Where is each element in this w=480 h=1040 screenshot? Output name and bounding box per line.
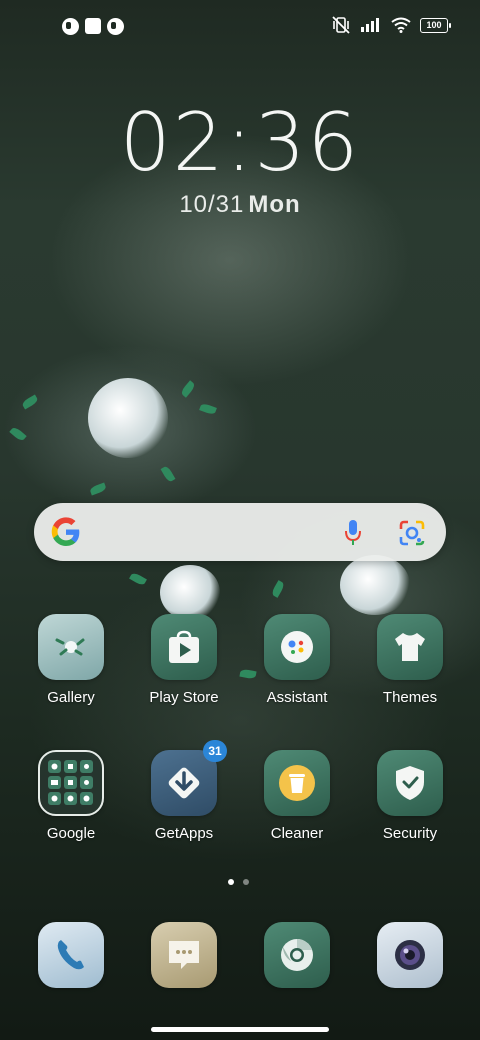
app-assistant[interactable]: Assistant: [242, 614, 352, 706]
folder-google[interactable]: Google: [16, 750, 126, 842]
app-play-store[interactable]: Play Store: [129, 614, 239, 706]
app-security[interactable]: Security: [355, 750, 465, 842]
app-label: GetApps: [154, 825, 214, 842]
day-of-week: Mon: [248, 191, 301, 218]
chrome-icon: [264, 922, 330, 988]
app-label: Gallery: [47, 689, 95, 706]
phone-handset-icon: [57, 940, 84, 970]
leaf-decoration: [179, 380, 197, 398]
leaf-decoration: [89, 482, 107, 496]
clock-time: 02:36: [119, 96, 361, 189]
gallery-icon: [38, 614, 104, 680]
app-label: Play Store: [149, 689, 219, 706]
leaf-decoration: [199, 402, 217, 416]
shield-check-icon: [396, 766, 424, 800]
app-gallery[interactable]: Gallery: [16, 614, 126, 706]
google-lens-icon[interactable]: [398, 519, 426, 547]
leaf-decoration: [9, 425, 27, 443]
camera-icon: [377, 922, 443, 988]
notification-icons: [62, 18, 124, 35]
google-folder-icon: [38, 750, 104, 816]
messages-icon: [151, 922, 217, 988]
square-notification-icon: [85, 18, 101, 34]
play-store-icon: [151, 614, 217, 680]
getapps-icon: 31: [151, 740, 227, 816]
app-getapps[interactable]: 31 GetApps: [129, 740, 239, 842]
dock-chrome[interactable]: [242, 922, 352, 988]
app-label: Google: [46, 825, 96, 842]
app-label: Cleaner: [270, 825, 324, 842]
leaf-decoration: [270, 580, 286, 598]
chrome-logo-icon: [281, 939, 313, 971]
flower-decoration: [160, 565, 220, 620]
app-cleaner[interactable]: Cleaner: [242, 750, 352, 842]
leaf-decoration: [160, 465, 176, 483]
themes-icon: [377, 614, 443, 680]
tshirt-icon: [395, 633, 425, 661]
gallery-flower-icon: [55, 638, 85, 656]
date-text: 10/31: [179, 191, 245, 218]
clock-date: 10/31 Mon: [0, 191, 480, 219]
app-label: Security: [382, 825, 438, 842]
flower-decoration: [340, 555, 410, 615]
leaf-decoration: [21, 394, 39, 410]
google-logo-icon: [51, 517, 80, 546]
app-label: Themes: [382, 689, 438, 706]
trash-bin-icon: [279, 765, 315, 801]
status-bar: 100: [0, 0, 480, 56]
page-indicator[interactable]: [228, 879, 249, 885]
app-notification-icon: [62, 18, 79, 35]
vibrate-off-icon: [332, 16, 350, 34]
chat-bubble-icon: [169, 941, 199, 969]
signal-icon: [361, 18, 379, 32]
assistant-icon: [264, 614, 330, 680]
battery-icon: 100: [420, 17, 451, 33]
assistant-dots-icon: [281, 631, 313, 663]
voice-search-icon[interactable]: [344, 519, 362, 547]
app-label: Assistant: [266, 689, 328, 706]
leaf-decoration: [129, 571, 147, 587]
getapps-download-icon: [168, 767, 200, 799]
wifi-icon: [391, 17, 411, 33]
home-gesture-bar[interactable]: [151, 1027, 329, 1032]
google-search-bar[interactable]: [34, 503, 446, 561]
app-themes[interactable]: Themes: [355, 614, 465, 706]
app-notification-icon: [107, 18, 124, 35]
phone-icon: [38, 922, 104, 988]
dock-camera[interactable]: [355, 922, 465, 988]
dock-phone[interactable]: [16, 922, 126, 988]
security-icon: [377, 750, 443, 816]
flower-decoration: [88, 378, 168, 458]
page-dot-active[interactable]: [228, 879, 234, 885]
dock-messages[interactable]: [129, 922, 239, 988]
cleaner-icon: [264, 750, 330, 816]
notification-badge: 31: [203, 740, 227, 762]
folder-apps-grid-icon: [48, 760, 93, 805]
page-dot[interactable]: [243, 879, 249, 885]
play-store-bag-icon: [169, 630, 199, 663]
camera-lens-icon: [395, 940, 425, 970]
clock-widget[interactable]: 02:36 10/31 Mon: [0, 96, 480, 219]
system-icons: 100: [331, 16, 451, 34]
